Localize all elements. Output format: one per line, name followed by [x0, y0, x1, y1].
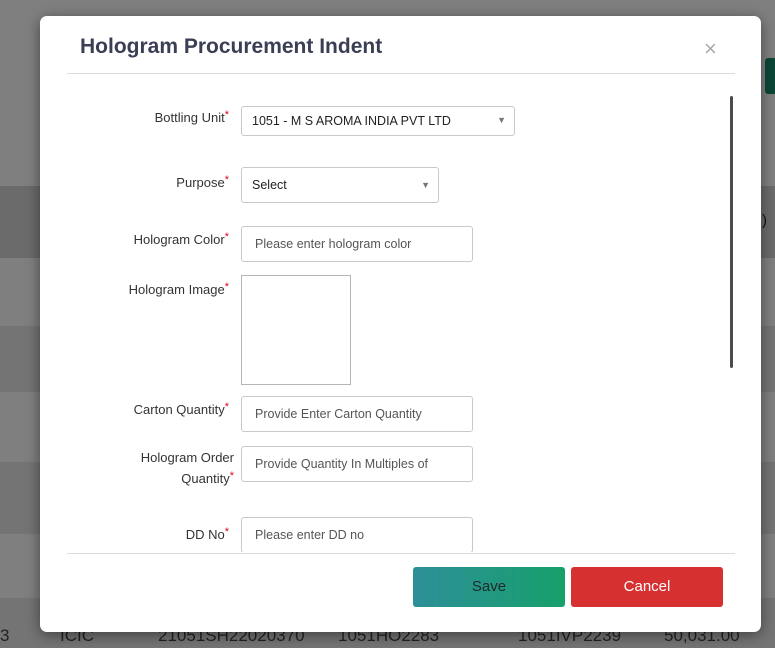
hologram-order-quantity-label: Hologram Order Quantity* — [140, 450, 234, 486]
chevron-down-icon: ▼ — [497, 115, 506, 125]
dialog-title: Hologram Procurement Indent — [80, 35, 383, 58]
carton-quantity-input[interactable]: Provide Enter Carton Quantity — [241, 396, 473, 432]
save-button[interactable]: Save — [413, 567, 565, 607]
dd-no-label: DD No* — [185, 526, 229, 542]
hologram-order-quantity-input[interactable]: Provide Quantity In Multiples of — [241, 446, 473, 482]
purpose-select[interactable]: Select ▼ — [241, 167, 439, 203]
form-scrollbar[interactable] — [730, 96, 733, 368]
carton-quantity-label: Carton Quantity* — [133, 401, 229, 417]
hologram-image-upload[interactable] — [241, 275, 351, 385]
bottling-unit-select[interactable]: 1051 - M S AROMA INDIA PVT LTD ▼ — [241, 106, 515, 136]
purpose-label: Purpose* — [176, 174, 229, 190]
close-icon[interactable]: × — [704, 38, 717, 60]
form-body[interactable]: Bottling Unit* 1051 - M S AROMA INDIA PV… — [40, 74, 761, 552]
hologram-image-label: Hologram Image* — [128, 281, 229, 297]
hologram-procurement-dialog: Hologram Procurement Indent × Bottling U… — [40, 16, 761, 632]
purpose-value: Select — [252, 178, 287, 192]
chevron-down-icon: ▼ — [421, 180, 430, 190]
footer-divider — [67, 553, 735, 554]
cancel-button[interactable]: Cancel — [571, 567, 723, 607]
hologram-color-label: Hologram Color* — [133, 231, 229, 247]
bottling-unit-label: Bottling Unit* — [154, 109, 229, 125]
hologram-color-input[interactable]: Please enter hologram color — [241, 226, 473, 262]
dd-no-input[interactable]: Please enter DD no — [241, 517, 473, 552]
bottling-unit-value: 1051 - M S AROMA INDIA PVT LTD — [252, 114, 451, 128]
